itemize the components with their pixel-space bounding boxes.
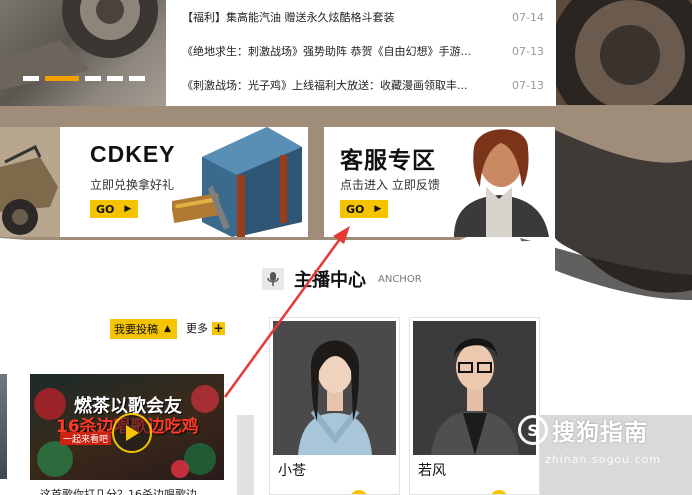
- buggy-image: [0, 127, 60, 237]
- news-date: 07-13: [512, 44, 544, 58]
- cdkey-title: CDKEY: [90, 141, 176, 167]
- watermark: S 搜狗指南: [518, 413, 648, 447]
- play-icon[interactable]: [112, 413, 152, 453]
- anchor-section-subtitle: ANCHOR: [378, 273, 422, 285]
- submit-button[interactable]: 我要投稿 ▲: [110, 319, 177, 339]
- slider-dot[interactable]: [85, 76, 101, 81]
- news-list: 【福利】集高能汽油 赠送永久炫酷格斗套装 07-14 《绝地求生：刺激战场》强势…: [166, 0, 556, 106]
- banner-slider[interactable]: [0, 0, 166, 106]
- video-thumbnail-partial[interactable]: [0, 374, 7, 479]
- slider-dot-active[interactable]: [45, 76, 79, 81]
- triangle-up-icon: ▲: [164, 324, 171, 334]
- cdkey-card[interactable]: CDKEY 立即兑换拿好礼 GO ▶: [60, 127, 308, 237]
- news-item[interactable]: 《绝地求生：刺激战场》强势助阵 恭贺《自由幻想》手游... 07-13: [182, 34, 544, 68]
- anchor-section-title: 主播中心: [294, 270, 366, 291]
- service-title: 客服专区: [340, 147, 436, 173]
- video-thumbnail[interactable]: 燃茶以歌会友 16杀边唱歌边吃鸡 一起来看吧: [30, 374, 224, 480]
- more-link[interactable]: 更多 +: [186, 320, 225, 336]
- submit-label: 我要投稿: [114, 323, 158, 336]
- anchor-name: 小苍: [278, 463, 306, 479]
- watermark-text: 搜狗指南: [552, 420, 648, 446]
- anchor-card[interactable]: 若风: [409, 317, 540, 495]
- more-label: 更多: [186, 322, 208, 335]
- anchor-card[interactable]: 小苍: [269, 317, 400, 495]
- mic-icon: [262, 268, 284, 290]
- slider-dot[interactable]: [129, 76, 145, 81]
- news-title[interactable]: 《绝地求生：刺激战场》强势助阵 恭贺《自由幻想》手游...: [182, 43, 471, 59]
- plus-icon: +: [212, 320, 225, 335]
- slider-image: [0, 0, 158, 90]
- customer-service-card[interactable]: 客服专区 点击进入 立即反馈 GO ▶: [324, 127, 555, 237]
- video-caption[interactable]: 这首歌你打几分？16杀边唱歌边: [40, 486, 197, 495]
- slider-dot[interactable]: [107, 76, 123, 81]
- anchor-badge: [350, 490, 368, 494]
- video-title-line3: 一起来看吧: [60, 432, 112, 445]
- go-arrow-icon: ▶: [124, 204, 132, 214]
- news-item[interactable]: 《刺激战场：光子鸡》上线福利大放送：收藏漫画领取丰... 07-13: [182, 68, 544, 102]
- slider-dots: [23, 76, 145, 81]
- go-arrow-icon: ▶: [374, 204, 382, 214]
- go-label: GO: [96, 202, 115, 216]
- sogou-logo-icon: S: [518, 415, 548, 445]
- news-title[interactable]: 《刺激战场：光子鸡》上线福利大放送：收藏漫画领取丰...: [182, 77, 468, 93]
- divider-block: [237, 415, 254, 495]
- anchor-badge: [490, 490, 508, 494]
- watermark-url: zhinan.sogou.com: [545, 453, 662, 466]
- anchor-section-header: 主播中心 ANCHOR: [262, 266, 422, 292]
- news-date: 07-14: [512, 10, 544, 24]
- service-go-button[interactable]: GO ▶: [340, 200, 388, 218]
- news-title[interactable]: 【福利】集高能汽油 赠送永久炫酷格斗套装: [182, 9, 395, 25]
- anchor-name: 若风: [418, 463, 446, 479]
- slider-dot[interactable]: [23, 76, 39, 81]
- character-image: [454, 129, 549, 237]
- news-date: 07-13: [512, 78, 544, 92]
- go-label: GO: [346, 202, 365, 216]
- cdkey-go-button[interactable]: GO ▶: [90, 200, 138, 218]
- service-subtitle: 点击进入 立即反馈: [340, 178, 440, 192]
- cdkey-subtitle: 立即兑换拿好礼: [90, 178, 175, 192]
- anchor-photo: [273, 321, 396, 455]
- airdrop-crate-image: [172, 127, 302, 237]
- news-item[interactable]: 【福利】集高能汽油 赠送永久炫酷格斗套装 07-14: [182, 0, 544, 34]
